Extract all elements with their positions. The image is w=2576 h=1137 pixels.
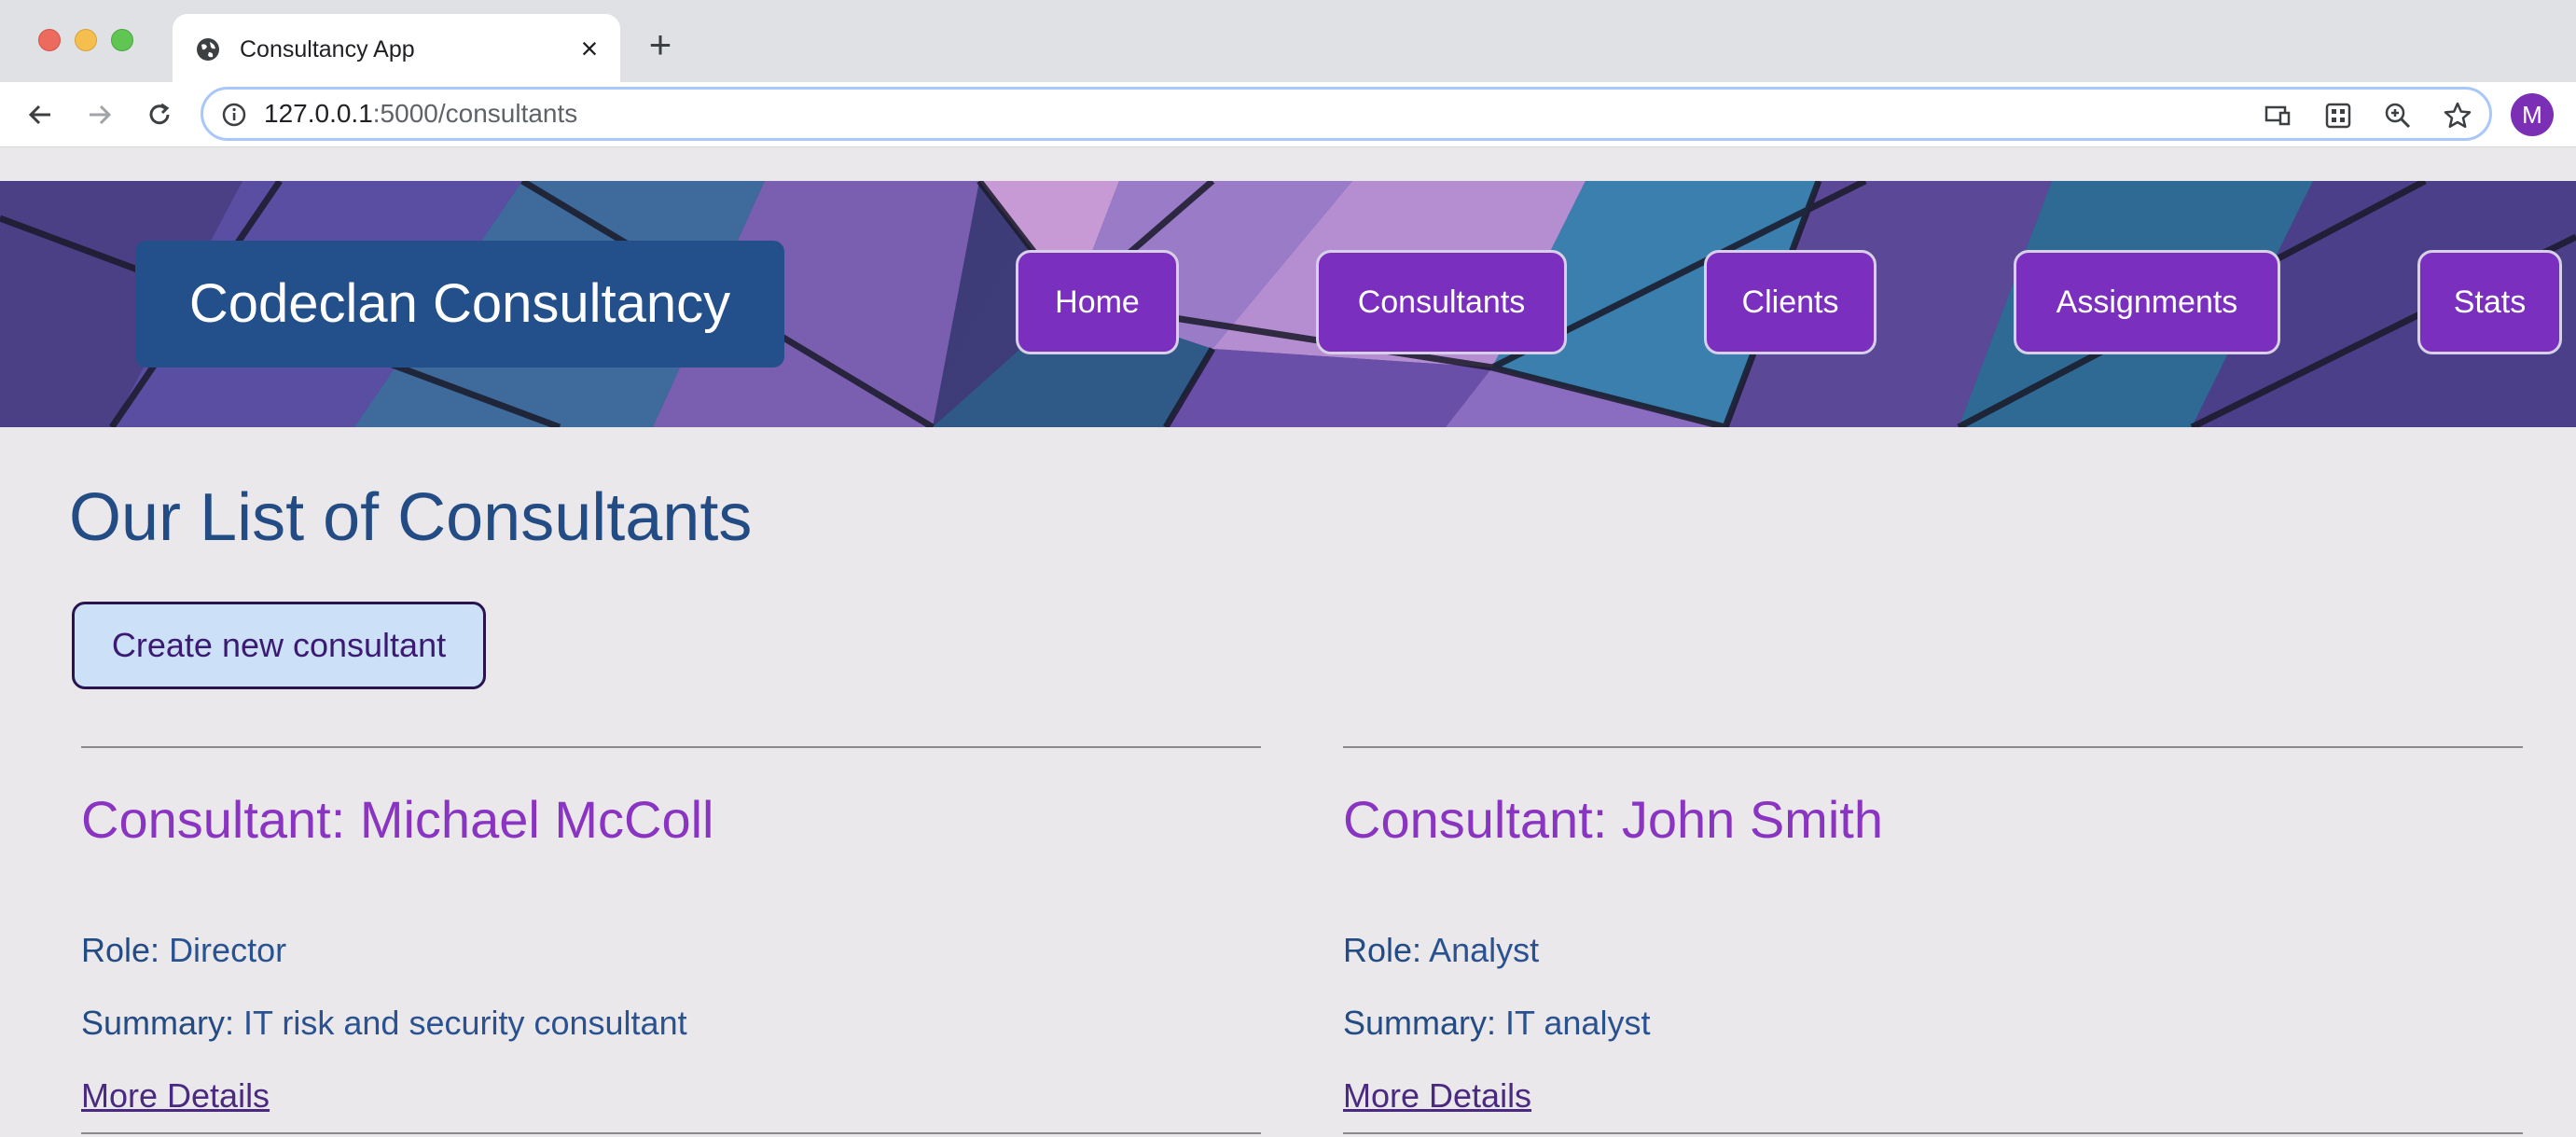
maximize-window-button[interactable]	[111, 29, 133, 51]
profile-avatar[interactable]: M	[2511, 93, 2554, 136]
browser-toolbar: 127.0.0.1:5000/consultants M	[0, 82, 2576, 147]
more-details-link[interactable]: More Details	[81, 1075, 270, 1117]
nav-assignments-button[interactable]: Assignments	[2014, 250, 2280, 354]
role-label: Role:	[1343, 931, 1422, 969]
nav-clients-button[interactable]: Clients	[1704, 250, 1877, 354]
nav-consultants-button[interactable]: Consultants	[1316, 250, 1567, 354]
address-bar[interactable]: 127.0.0.1:5000/consultants	[201, 87, 2492, 141]
summary-value: IT risk and security consultant	[243, 1004, 687, 1042]
nav-stats-button[interactable]: Stats	[2417, 250, 2562, 354]
divider	[81, 1132, 1261, 1134]
nav-home-button[interactable]: Home	[1016, 250, 1179, 354]
new-tab-icon[interactable]: +	[642, 25, 679, 64]
role-value: Analyst	[1429, 931, 1540, 969]
consultant-role: Role: Analyst	[1343, 929, 1539, 972]
create-consultant-button[interactable]: Create new consultant	[72, 602, 486, 689]
qr-code-icon[interactable]	[2322, 100, 2354, 132]
minimize-window-button[interactable]	[75, 29, 97, 51]
site-brand[interactable]: Codeclan Consultancy	[135, 241, 784, 367]
back-icon[interactable]	[19, 93, 62, 136]
site-info-icon[interactable]	[222, 103, 246, 127]
summary-label: Summary:	[1343, 1004, 1497, 1042]
role-label: Role:	[81, 931, 160, 969]
cast-icon[interactable]	[2262, 100, 2293, 132]
browser-tab-bar: Consultancy App × +	[0, 0, 2576, 82]
close-window-button[interactable]	[38, 29, 61, 51]
summary-value: IT analyst	[1505, 1004, 1651, 1042]
header-banner: Codeclan Consultancy Home Consultants Cl…	[0, 181, 2576, 427]
more-details-link[interactable]: More Details	[1343, 1075, 1531, 1117]
role-value: Director	[169, 931, 287, 969]
consultant-card: Consultant: Michael McColl Role: Directo…	[81, 746, 1261, 1137]
consultant-summary: Summary: IT analyst	[1343, 1002, 1650, 1045]
url-text: 127.0.0.1:5000/consultants	[264, 97, 577, 131]
web-page: Codeclan Consultancy Home Consultants Cl…	[0, 147, 2576, 1137]
divider	[81, 746, 1261, 748]
url-host: 127.0.0.1	[264, 99, 373, 128]
globe-icon	[195, 36, 221, 62]
close-tab-icon[interactable]: ×	[574, 33, 605, 64]
page-title: Our List of Consultants	[69, 480, 753, 555]
forward-icon[interactable]	[78, 93, 121, 136]
bookmark-star-icon[interactable]	[2442, 100, 2473, 132]
consultant-card: Consultant: John Smith Role: Analyst Sum…	[1343, 746, 2523, 1137]
reload-icon[interactable]	[138, 93, 181, 136]
tab-title: Consultancy App	[240, 36, 415, 62]
browser-tab[interactable]: Consultancy App ×	[173, 14, 620, 82]
consultant-summary: Summary: IT risk and security consultant	[81, 1002, 687, 1045]
url-path: :5000/consultants	[372, 99, 578, 128]
consultant-role: Role: Director	[81, 929, 286, 972]
zoom-icon[interactable]	[2382, 100, 2414, 132]
summary-label: Summary:	[81, 1004, 235, 1042]
divider	[1343, 746, 2523, 748]
divider	[1343, 1132, 2523, 1134]
consultant-name: Consultant: Michael McColl	[81, 790, 714, 849]
consultant-name: Consultant: John Smith	[1343, 790, 1883, 849]
